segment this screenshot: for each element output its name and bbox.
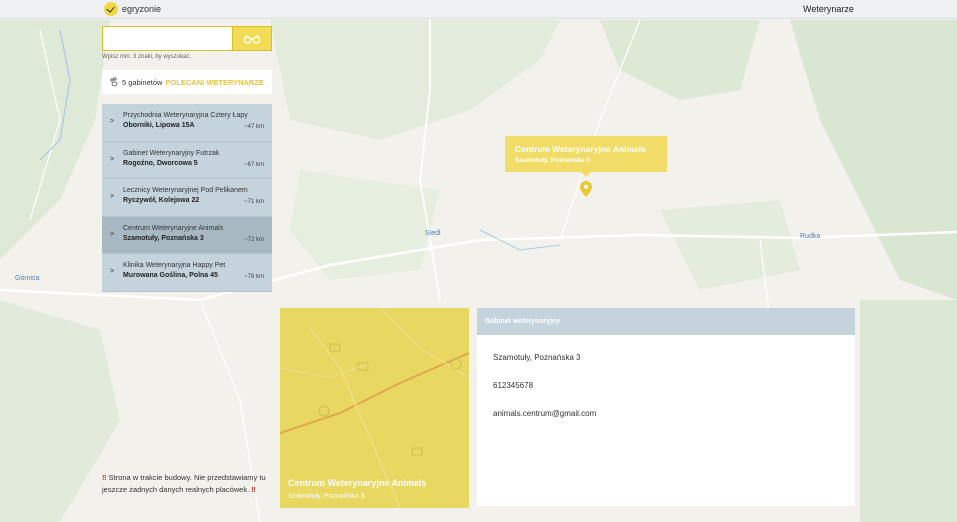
list-item[interactable]: > Klinika Weterynaryjna Happy Pet Murowa… (102, 254, 272, 292)
photo-clinic-name: Centrum Weterynaryjne Animals (288, 478, 427, 488)
search-button[interactable] (232, 27, 271, 50)
list-item[interactable]: > Lecznicy Weterynaryjnej Pod Pelikanem … (102, 179, 272, 217)
clinic-name: Gabinet Weterynaryjny Futrzak (123, 149, 220, 157)
chevron-right-icon: > (110, 230, 115, 238)
warning-icon: ‼ (102, 473, 107, 482)
clinic-details-panel: Gabinet weterynaryjny Szamotuły, Poznańs… (477, 308, 855, 506)
logo-icon (104, 2, 118, 16)
clinic-distance: ~47 km (244, 124, 264, 130)
notice-text: Strona w trakcie budowy. Nie przedstawia… (102, 473, 266, 494)
clinic-distance: ~71 km (244, 199, 264, 205)
chevron-right-icon: > (110, 268, 115, 275)
info-window-name: Centrum Weterynaryjne Animals (515, 144, 646, 154)
chevron-right-icon: > (110, 155, 115, 163)
clinic-address: Ryczywół, Kolejowa 22 (123, 197, 200, 204)
search-box (102, 26, 272, 51)
map-label-rudka: Rudka (800, 233, 821, 240)
binoculars-icon (243, 34, 261, 44)
details-address: Szamotuły, Poznańska 3 (493, 353, 581, 362)
clinic-address: Oborniki, Lipowa 15A (123, 122, 195, 129)
paw-icon (110, 77, 118, 87)
brand-logo[interactable]: egryzonie (104, 2, 161, 16)
clinic-address: Rogoźno, Dworcowa 5 (123, 159, 198, 167)
results-count: 5 gabinetów (122, 77, 163, 87)
clinic-name: Klinika Weterynaryjna Happy Pet (123, 262, 226, 269)
clinic-name: Lecznicy Weterynaryjnej Pod Pelikanem (123, 187, 248, 194)
list-item-selected[interactable]: > Centrum Weterynaryjne Animals Szamotuł… (102, 216, 272, 254)
chevron-right-icon: > (110, 193, 115, 200)
clinic-distance: ~67 km (244, 161, 264, 168)
map-label-gornica: Górnica (15, 275, 40, 282)
details-phone[interactable]: 612345678 (493, 381, 533, 390)
info-window-address: Szamotuły, Poznańska 3 (515, 157, 591, 164)
clinic-address: Szamotuły, Poznańska 3 (123, 234, 204, 242)
construction-notice: ‼ Strona w trakcie budowy. Nie przedstaw… (102, 472, 277, 496)
brand-name: egryzonie (122, 4, 162, 14)
recommended-label: POLECANI WETERYNARZE (165, 77, 264, 87)
nav-link-vets[interactable]: Weterynarze (803, 4, 854, 14)
clinic-distance: ~72 km (244, 236, 264, 243)
details-header: Gabinet weterynaryjny (477, 308, 855, 335)
map-label-siedl: Siedl (425, 230, 441, 237)
list-item[interactable]: > Przychodnia Weterynaryjna Cztery Łapy … (102, 104, 272, 142)
details-email[interactable]: animals.centrum@gmail.com (493, 409, 596, 418)
warning-icon: ‼ (251, 485, 256, 494)
clinic-name: Centrum Weterynaryjne Animals (123, 224, 224, 232)
map-info-window[interactable]: Centrum Weterynaryjne Animals Szamotuły,… (505, 136, 667, 177)
results-count-bar: 5 gabinetów POLECANI WETERYNARZE (102, 70, 272, 94)
top-navbar: egryzonie Weterynarze (0, 0, 957, 19)
clinic-location-image: Centrum Weterynaryjne Animals Szamotuły,… (280, 308, 469, 508)
clinic-distance: ~79 km (244, 274, 264, 280)
search-hint: Wpisz min. 3 znaki, by wyszukać. (102, 54, 192, 60)
list-item[interactable]: > Gabinet Weterynaryjny Futrzak Rogoźno,… (102, 141, 272, 179)
chevron-right-icon: > (110, 118, 115, 125)
photo-clinic-address: Szamotuły, Poznańska 3 (288, 493, 365, 500)
map-pin-icon[interactable] (580, 181, 592, 197)
search-input[interactable] (103, 27, 232, 50)
clinic-address: Murowana Goślina, Polna 45 (123, 272, 218, 279)
clinic-name: Przychodnia Weterynaryjna Cztery Łapy (123, 112, 248, 119)
clinic-list: > Przychodnia Weterynaryjna Cztery Łapy … (102, 104, 272, 292)
